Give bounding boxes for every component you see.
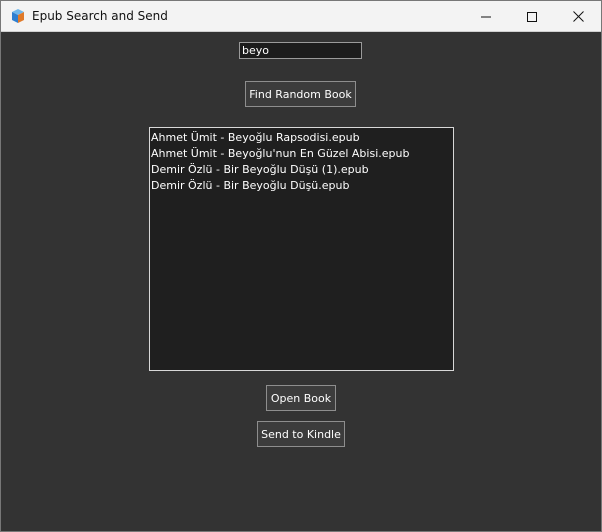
minimize-button[interactable] [463, 1, 509, 31]
open-book-button[interactable]: Open Book [266, 385, 336, 411]
book-app-icon [10, 8, 26, 24]
list-item[interactable]: Demir Özlü - Bir Beyoğlu Düşü.epub [151, 178, 452, 194]
close-button[interactable] [555, 1, 601, 31]
title-bar[interactable]: Epub Search and Send [1, 1, 601, 32]
results-listbox[interactable]: Ahmet Ümit - Beyoğlu Rapsodisi.epub Ahme… [149, 127, 454, 371]
maximize-icon [527, 7, 537, 26]
minimize-icon [481, 7, 491, 26]
list-item[interactable]: Ahmet Ümit - Beyoğlu Rapsodisi.epub [151, 130, 452, 146]
app-window: Epub Search and Send Find Random Book Ah [0, 0, 602, 532]
list-item[interactable]: Ahmet Ümit - Beyoğlu'nun En Güzel Abisi.… [151, 146, 452, 162]
list-item[interactable]: Demir Özlü - Bir Beyoğlu Düşü (1).epub [151, 162, 452, 178]
main-content: Find Random Book Ahmet Ümit - Beyoğlu Ra… [1, 32, 601, 531]
search-input[interactable] [239, 42, 362, 59]
maximize-button[interactable] [509, 1, 555, 31]
send-to-kindle-button[interactable]: Send to Kindle [257, 421, 345, 447]
window-title: Epub Search and Send [32, 9, 168, 23]
find-random-book-button[interactable]: Find Random Book [245, 81, 356, 107]
close-icon [572, 7, 584, 26]
